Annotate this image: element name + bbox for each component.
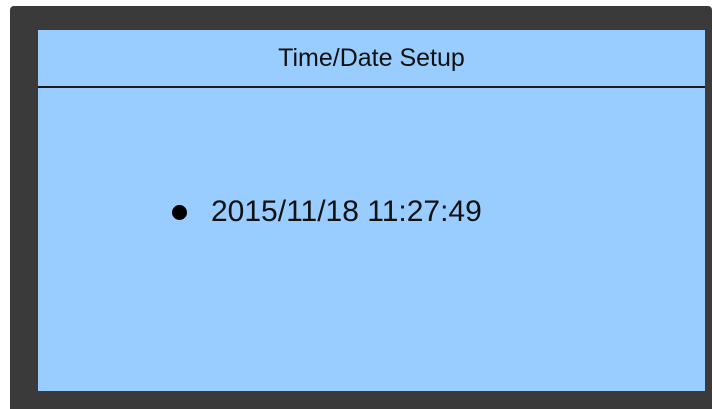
screen-title: Time/Date Setup <box>38 30 705 88</box>
lcd-screen: Time/Date Setup 2015/11/18 11:27:49 <box>38 30 705 391</box>
device-frame: Time/Date Setup 2015/11/18 11:27:49 <box>10 6 712 409</box>
datetime-value: 2015/11/18 11:27:49 <box>211 195 482 228</box>
datetime-menu-item[interactable]: 2015/11/18 11:27:49 <box>172 195 482 229</box>
bullet-icon <box>172 204 187 220</box>
